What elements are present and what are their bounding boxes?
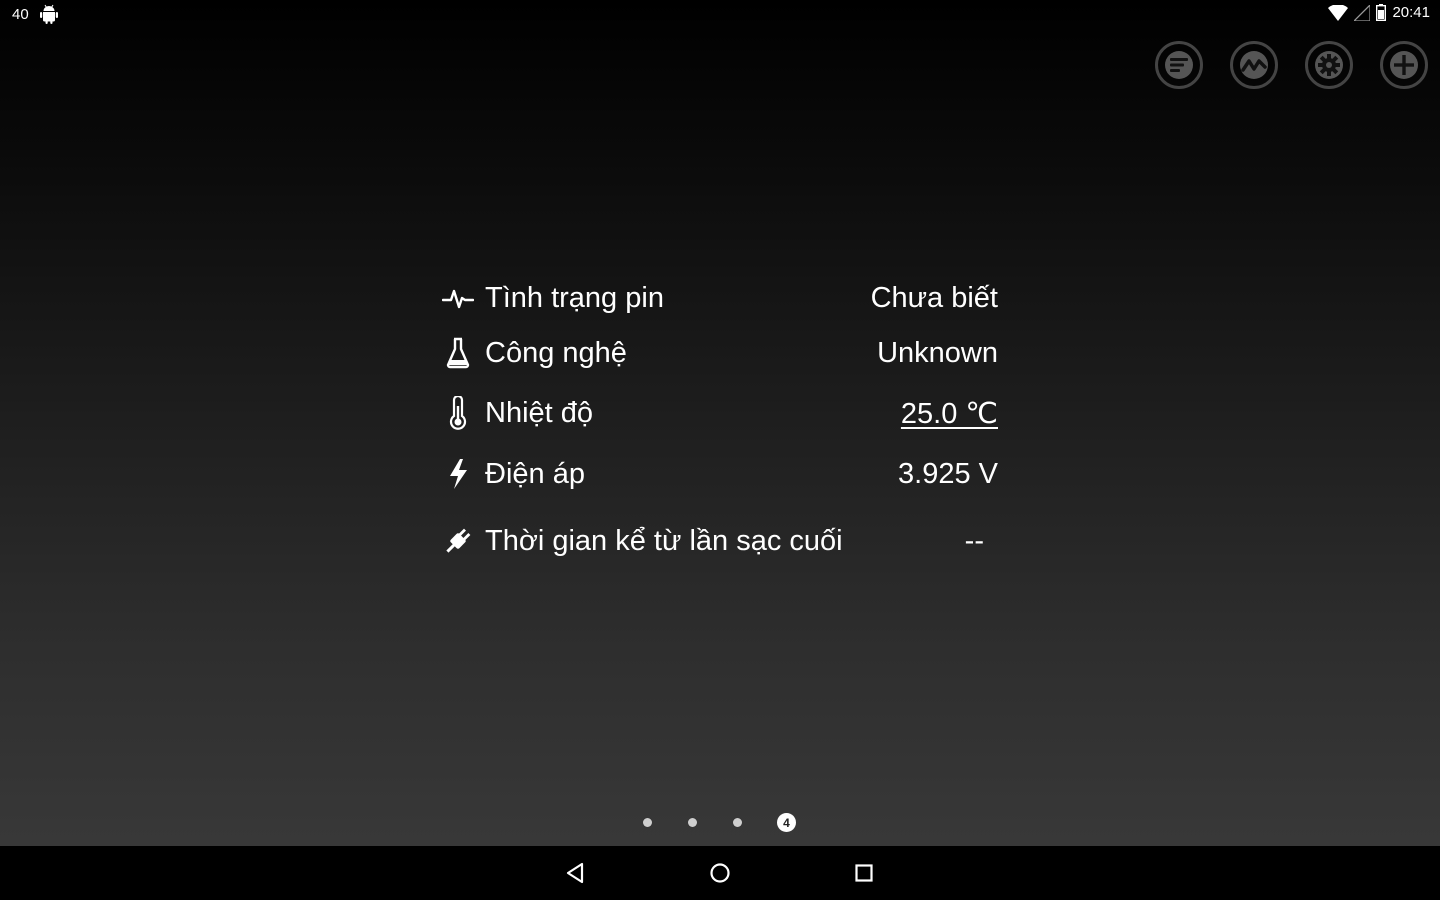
info-value: -- bbox=[964, 524, 984, 557]
add-button[interactable] bbox=[1380, 41, 1428, 89]
back-button[interactable] bbox=[561, 858, 591, 888]
graph-icon bbox=[1240, 51, 1268, 79]
battery-icon bbox=[1376, 4, 1387, 21]
clock: 20:41 bbox=[1392, 4, 1430, 21]
status-bar: 40 20:41 bbox=[0, 0, 1440, 28]
status-right: 20:41 bbox=[1328, 4, 1430, 21]
info-value: 3.925 V bbox=[898, 457, 998, 490]
notification-count: 40 bbox=[12, 5, 29, 23]
flask-icon bbox=[440, 335, 476, 371]
recents-icon bbox=[855, 864, 873, 882]
info-row-time-since-charge: Thời gian kể từ lần sạc cuối -- bbox=[440, 502, 998, 580]
heartbeat-icon bbox=[440, 280, 476, 316]
gear-icon bbox=[1315, 51, 1343, 79]
plus-icon bbox=[1390, 51, 1418, 79]
info-label: Tình trạng pin bbox=[485, 281, 664, 314]
info-value: Chưa biết bbox=[870, 281, 998, 314]
info-label: Công nghệ bbox=[485, 336, 627, 369]
page-indicator: 4 bbox=[643, 813, 796, 832]
status-left: 40 bbox=[12, 4, 59, 24]
signal-icon bbox=[1354, 4, 1371, 21]
wifi-icon bbox=[1328, 4, 1349, 21]
battery-info-list: Tình trạng pin Chưa biết Công nghệ Unkno… bbox=[440, 270, 998, 580]
info-row-voltage: Điện áp 3.925 V bbox=[440, 446, 998, 502]
info-row-temperature: Nhiệt độ 25.0 ℃ bbox=[440, 380, 998, 446]
plug-icon bbox=[440, 523, 476, 559]
page-dot-2[interactable] bbox=[688, 818, 697, 827]
info-row-technology: Công nghệ Unknown bbox=[440, 326, 998, 380]
list-icon bbox=[1165, 51, 1193, 79]
home-button[interactable] bbox=[705, 858, 735, 888]
navigation-bar bbox=[0, 846, 1440, 900]
temperature-value-link[interactable]: 25.0 ℃ bbox=[901, 396, 998, 431]
recents-button[interactable] bbox=[849, 858, 879, 888]
graph-button[interactable] bbox=[1230, 41, 1278, 89]
page-dot-current[interactable]: 4 bbox=[777, 813, 796, 832]
info-label: Nhiệt độ bbox=[485, 396, 594, 429]
info-value: Unknown bbox=[877, 336, 998, 369]
list-button[interactable] bbox=[1155, 41, 1203, 89]
info-label: Điện áp bbox=[485, 457, 585, 490]
info-label: Thời gian kể từ lần sạc cuối bbox=[485, 524, 843, 557]
battery-info-screen: 40 20:41 Tình trạng pin Chưa biết Công n… bbox=[0, 0, 1440, 900]
android-icon bbox=[39, 4, 59, 24]
page-dot-3[interactable] bbox=[733, 818, 742, 827]
home-icon bbox=[710, 863, 730, 883]
info-row-health: Tình trạng pin Chưa biết bbox=[440, 270, 998, 326]
toolbar bbox=[1155, 41, 1428, 89]
thermometer-icon bbox=[440, 395, 476, 431]
lightning-icon bbox=[440, 456, 476, 492]
settings-button[interactable] bbox=[1305, 41, 1353, 89]
page-dot-1[interactable] bbox=[643, 818, 652, 827]
back-icon bbox=[566, 862, 584, 884]
